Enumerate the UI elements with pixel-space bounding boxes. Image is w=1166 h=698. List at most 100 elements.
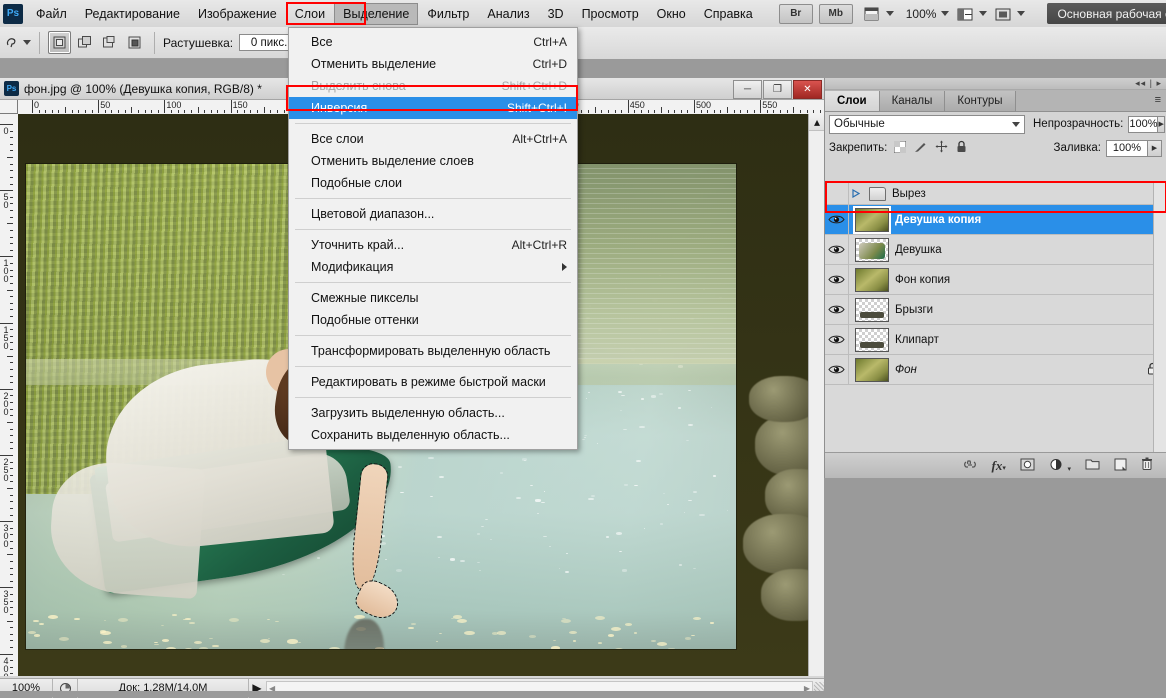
layer-row-3[interactable]: Брызги (825, 295, 1166, 325)
menu-item-0[interactable]: ВсеCtrl+A (289, 31, 577, 53)
link-layers-icon[interactable] (962, 458, 978, 473)
menu-item-label: Трансформировать выделенную область (311, 344, 550, 358)
layer-row-4[interactable]: Клипарт (825, 325, 1166, 355)
layer-row-5[interactable]: Фон (825, 355, 1166, 385)
lock-position-icon[interactable] (935, 140, 948, 156)
delete-layer-icon[interactable] (1141, 457, 1153, 474)
water-sparkle (667, 504, 669, 505)
screen-mode-icon (864, 6, 881, 22)
bridge-button[interactable]: Br (779, 4, 813, 24)
new-layer-icon[interactable] (1114, 458, 1127, 474)
menu-item-help[interactable]: Справка (695, 3, 762, 25)
layer-visibility-toggle[interactable] (825, 265, 849, 294)
layer-thumbnail[interactable] (855, 358, 889, 382)
scroll-up-arrow-icon[interactable]: ▴ (809, 114, 825, 131)
menu-item-analysis[interactable]: Анализ (478, 3, 538, 25)
lock-image-pixels-icon[interactable] (914, 141, 927, 156)
zoom-chevron-down-icon[interactable] (941, 11, 949, 16)
blend-mode-select[interactable]: Обычные (829, 115, 1025, 134)
layer-thumbnail[interactable] (855, 298, 889, 322)
layer-visibility-toggle[interactable] (825, 355, 849, 384)
opacity-input[interactable]: 100% (1128, 116, 1158, 133)
lock-transparency-icon[interactable] (894, 141, 906, 156)
menu-item-layers[interactable]: Слои (286, 3, 334, 25)
layer-row-0[interactable]: Девушка копия (825, 205, 1166, 235)
layer-thumbnail[interactable] (855, 238, 889, 262)
menu-item-1[interactable]: Отменить выделениеCtrl+D (289, 53, 577, 75)
screen-mode-button[interactable] (995, 6, 1025, 22)
water-sparkle (693, 568, 696, 570)
menu-item-image[interactable]: Изображение (189, 3, 286, 25)
menu-item-6[interactable]: Отменить выделение слоев (289, 150, 577, 172)
view-extras-button[interactable] (864, 6, 894, 22)
arrange-documents-button[interactable] (957, 6, 987, 22)
layer-group-row[interactable]: Вырез (825, 183, 1166, 205)
layer-thumbnail[interactable] (855, 328, 889, 352)
tab-paths[interactable]: Контуры (945, 91, 1015, 111)
layer-visibility-toggle[interactable] (825, 325, 849, 354)
intersect-selection-button[interactable] (123, 31, 146, 54)
layer-style-fx-icon[interactable]: fx▾ (992, 458, 1006, 474)
menu-item-11[interactable]: Уточнить край...Alt+Ctrl+R (289, 234, 577, 256)
ruler-minor-tick (45, 110, 46, 113)
tab-channels[interactable]: Каналы (880, 91, 946, 111)
menu-item-14[interactable]: Смежные пикселы (289, 287, 577, 309)
fill-input[interactable]: 100% (1106, 140, 1148, 157)
canvas-vertical-scrollbar[interactable]: ▴ (808, 114, 824, 676)
panel-menu-icon[interactable]: ≡ (1155, 94, 1161, 106)
menu-item-21[interactable]: Загрузить выделенную область... (289, 402, 577, 424)
menu-item-17[interactable]: Трансформировать выделенную область (289, 340, 577, 362)
layer-visibility-toggle[interactable] (825, 205, 849, 234)
menu-item-3d[interactable]: 3D (539, 3, 573, 25)
menu-item-window[interactable]: Окно (648, 3, 695, 25)
ruler-minor-tick (10, 634, 13, 635)
menu-item-select[interactable]: Выделение (334, 3, 418, 25)
menu-item-9[interactable]: Цветовой диапазон... (289, 203, 577, 225)
menu-item-19[interactable]: Редактировать в режиме быстрой маски (289, 371, 577, 393)
menu-item-22[interactable]: Сохранить выделенную область... (289, 424, 577, 446)
mini-bridge-button[interactable]: Mb (819, 4, 853, 24)
add-layer-mask-icon[interactable] (1020, 458, 1035, 474)
subtract-from-selection-button[interactable] (98, 31, 121, 54)
new-selection-button[interactable] (48, 31, 71, 54)
layer-thumbnail[interactable] (855, 268, 889, 292)
fill-slider-button[interactable]: ▶ (1148, 140, 1162, 157)
menu-item-filter[interactable]: Фильтр (418, 3, 478, 25)
layer-thumbnail[interactable] (855, 208, 889, 232)
shore-sparkle (529, 635, 536, 638)
ruler-minor-tick (10, 243, 13, 244)
lock-all-icon[interactable] (956, 140, 967, 156)
menu-item-file[interactable]: Файл (27, 3, 76, 25)
menu-separator (295, 123, 571, 124)
add-to-selection-button[interactable] (73, 31, 96, 54)
menu-item-12[interactable]: Модификация (289, 256, 577, 278)
close-button[interactable]: ✕ (793, 80, 822, 99)
tool-preset-chevron-down-icon[interactable] (23, 40, 31, 45)
group-disclosure-triangle-icon[interactable] (849, 189, 863, 198)
group-visibility-toggle[interactable] (825, 183, 849, 204)
opacity-slider-button[interactable]: ▶ (1158, 116, 1164, 133)
layer-row-1[interactable]: Девушка (825, 235, 1166, 265)
new-group-icon[interactable] (1085, 458, 1100, 473)
menu-item-7[interactable]: Подобные слои (289, 172, 577, 194)
layer-row-2[interactable]: Фон копия (825, 265, 1166, 295)
collapse-panel-icon[interactable]: ◂◂ | ▸ (1135, 78, 1162, 89)
layer-visibility-toggle[interactable] (825, 295, 849, 324)
ruler-minor-tick (10, 409, 13, 410)
workspace-button[interactable]: Основная рабочая среда (1047, 3, 1166, 24)
vertical-ruler[interactable]: 050100150200250300350400450500550 (0, 114, 19, 676)
active-tool-preset[interactable] (4, 37, 18, 48)
menu-item-15[interactable]: Подобные оттенки (289, 309, 577, 331)
water-sparkle (727, 510, 728, 511)
tab-layers[interactable]: Слои (825, 91, 880, 111)
restore-button[interactable]: ❐ (763, 80, 792, 99)
layer-visibility-toggle[interactable] (825, 235, 849, 264)
menu-item-3[interactable]: ИнверсияShift+Ctrl+I (289, 97, 577, 119)
panel-collapse-bar[interactable]: ◂◂ | ▸ (825, 78, 1166, 90)
menu-item-view[interactable]: Просмотр (573, 3, 648, 25)
menu-item-label: Все (311, 35, 333, 49)
menu-item-5[interactable]: Все слоиAlt+Ctrl+A (289, 128, 577, 150)
minimize-button[interactable]: ─ (733, 80, 762, 99)
menu-item-edit[interactable]: Редактирование (76, 3, 189, 25)
new-adjustment-layer-icon[interactable]: ▾ (1049, 458, 1071, 474)
